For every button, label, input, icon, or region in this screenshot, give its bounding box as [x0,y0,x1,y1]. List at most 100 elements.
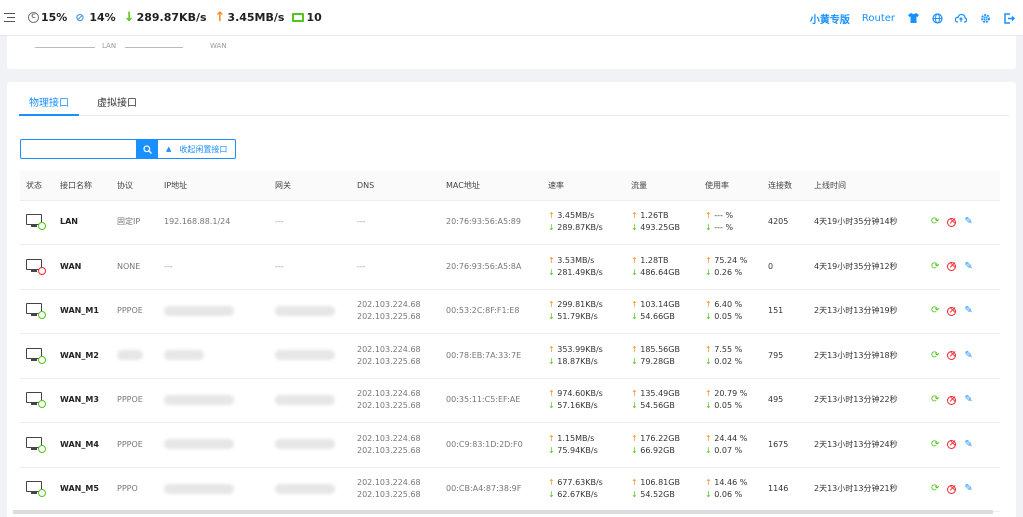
router-link[interactable]: Router [862,13,895,24]
arrow-down-icon: ↓ [123,10,135,25]
reconnect-icon[interactable]: ⟳ [931,261,939,273]
redacted-ip [164,483,234,494]
disconnect-icon[interactable]: × [947,261,957,272]
reconnect-icon[interactable]: ⟳ [931,483,939,495]
dns-cell: 202.103.224.68 202.103.225.68 [351,422,440,468]
arrow-down-icon: ↓ [631,267,638,277]
col-header-status: 状态 [20,171,54,201]
reconnect-icon[interactable]: ⟳ [931,394,939,406]
devices-value: 10 [306,11,322,24]
search-input[interactable] [20,139,137,159]
uptime: 4天19小时35分钟12秒 [808,244,925,290]
globe-icon[interactable] [931,12,943,24]
wan-legend-line [125,47,183,48]
wan-legend-label[interactable]: WAN [210,42,227,50]
settings-gear-icon[interactable] [979,12,991,24]
reconnect-icon[interactable]: ⟳ [931,305,939,317]
disconnect-icon[interactable]: × [947,483,957,494]
lan-legend-line [35,47,95,48]
traffic-up: 103.14GB [640,300,680,310]
dns-secondary: 202.103.225.68 [357,490,421,500]
actions-cell: ⟳ × ✎ [925,200,1000,245]
arrow-down-icon: ↓ [548,490,555,500]
lan-legend-label[interactable]: LAN [102,42,116,50]
interface-offline-icon [26,258,46,275]
interface-online-icon [26,347,46,364]
arrow-down-icon: ↓ [631,445,638,455]
collapse-idle-interfaces-button[interactable]: ▲ 收起闲置接口 [157,139,237,159]
monitor-icon [292,13,305,22]
gateway-cell [269,422,351,468]
download-stat: ↓ 289.87KB/s [124,10,207,25]
gateway-cell [269,333,351,379]
usage-down: 0.05 % [714,312,743,322]
rate-up: 299.81KB/s [557,300,603,310]
horizontal-scrollbar[interactable] [13,510,993,514]
arrow-up-icon: ↑ [631,478,638,488]
col-header-actions [925,171,1000,201]
interface-name: WAN_M3 [54,378,111,423]
interface-name: LAN [54,200,111,245]
reconnect-icon[interactable]: ⟳ [931,350,939,362]
disconnect-icon[interactable]: × [947,439,957,450]
tab-physical-interfaces[interactable]: 物理接口 [19,82,79,116]
disconnect-icon[interactable]: × [947,305,957,316]
dns-primary: 202.103.224.68 [357,344,421,354]
col-header-dns: DNS [351,171,440,201]
gateway-cell: --- [269,244,351,290]
brand-link[interactable]: 小黄专版 [810,11,850,26]
arrow-up-icon: ↑ [548,478,555,488]
edit-icon[interactable]: ✎ [964,439,972,451]
usage-up: 75.24 % [714,255,748,265]
traffic-down: 66.92GB [640,445,675,455]
rate-down: 281.49KB/s [557,267,603,277]
arrow-down-icon: ↓ [705,401,712,411]
protocol-cell: PPPOE [111,289,158,334]
caret-up-icon: ▲ [166,145,172,153]
logout-icon[interactable] [1003,12,1015,24]
tab-virtual-interfaces[interactable]: 虚拟接口 [87,82,147,116]
usage-up: 14.46 % [714,478,748,488]
traffic-cell: ↑ 1.26TB ↓ 493.25GB [625,200,699,245]
shirt-icon[interactable] [907,12,919,24]
disconnect-icon[interactable]: × [947,394,957,405]
arrow-down-icon: ↓ [548,401,555,411]
edit-icon[interactable]: ✎ [964,483,972,495]
protocol-cell: NONE [111,244,158,290]
edit-icon[interactable]: ✎ [964,216,972,228]
edit-icon[interactable]: ✎ [964,305,972,317]
dns-cell: 202.103.224.68 202.103.225.68 [351,378,440,423]
arrow-up-icon: ↑ [705,255,712,265]
cloud-upload-icon[interactable] [955,12,967,24]
actions-cell: ⟳ × ✎ [925,244,1000,290]
rate-cell: ↑ 1.15MB/s ↓ 75.94KB/s [542,422,625,468]
edit-icon[interactable]: ✎ [964,350,972,362]
usage-up: 20.79 % [714,389,748,399]
menu-collapse-icon[interactable] [4,12,20,24]
protocol-text: PPPOE [117,306,143,316]
usage-down: --- % [714,223,734,233]
search-button[interactable] [137,139,157,159]
actions-cell: ⟳ × ✎ [925,289,1000,334]
edit-icon[interactable]: ✎ [964,261,972,273]
protocol-text: PPPO [117,484,138,494]
cpu-icon: C [28,12,39,23]
dns-cell: --- [351,200,440,245]
disconnect-icon[interactable]: × [947,350,957,361]
rate-down: 75.94KB/s [557,445,598,455]
gateway-text: --- [275,217,284,227]
reconnect-icon[interactable]: ⟳ [931,439,939,451]
col-header-name: 接口名称 [54,171,111,201]
table-row: WAN_M2 202.103.224.68 202.103.225.68 00:7… [20,333,1000,379]
protocol-text: NONE [117,261,141,271]
reconnect-icon[interactable]: ⟳ [931,216,939,228]
dns-cell: --- [351,244,440,290]
arrow-up-icon: ↑ [548,389,555,399]
redacted-gateway [275,394,335,405]
col-header-connections: 连接数 [762,171,808,201]
disconnect-icon[interactable]: × [947,216,957,227]
interface-online-icon [26,392,46,409]
edit-icon[interactable]: ✎ [964,394,972,406]
traffic-down: 79.28GB [640,356,675,366]
usage-down: 0.02 % [714,356,743,366]
